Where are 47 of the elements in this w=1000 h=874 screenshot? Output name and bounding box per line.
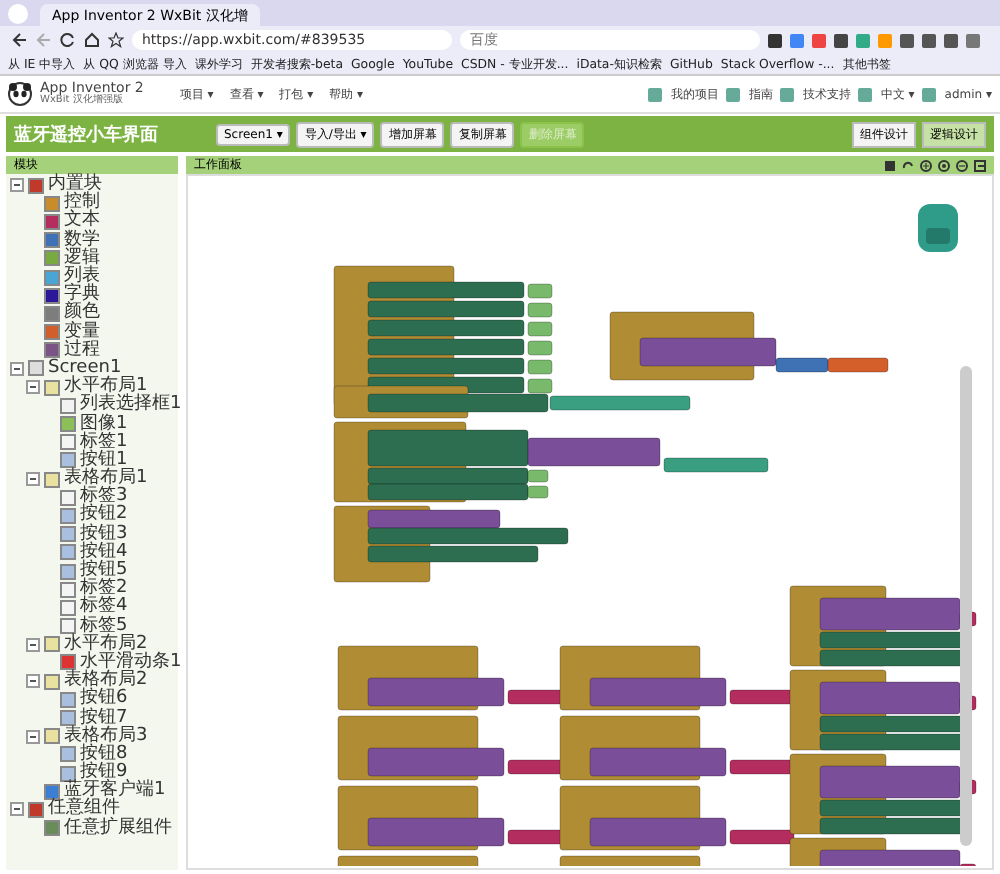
exit-icon[interactable] xyxy=(974,159,986,171)
tree-item[interactable]: 按钮8 xyxy=(80,745,128,764)
tree-item[interactable]: 表格布局3 xyxy=(64,727,148,746)
tree-item[interactable]: 控制 xyxy=(64,194,100,213)
tree-item[interactable]: 逻辑 xyxy=(64,249,100,268)
expand-toggle[interactable] xyxy=(10,361,24,376)
back-icon[interactable] xyxy=(12,32,28,48)
project-name: 蓝牙遥控小车界面 xyxy=(14,122,158,147)
home-icon[interactable] xyxy=(84,32,100,48)
tree-item[interactable]: 过程 xyxy=(64,341,100,360)
expand-toggle[interactable] xyxy=(26,380,40,395)
reload-icon[interactable] xyxy=(60,32,76,48)
expand-toggle[interactable] xyxy=(26,729,40,744)
zoom-out-icon[interactable] xyxy=(956,159,968,171)
tree-item[interactable]: 水平滑动条1 xyxy=(80,653,182,672)
expand-toggle[interactable] xyxy=(26,674,40,689)
tree-item[interactable]: 按钮1 xyxy=(80,451,128,470)
panda-logo-icon xyxy=(8,82,32,106)
tree-item[interactable]: 数学 xyxy=(64,231,100,250)
tree-item[interactable]: 按钮2 xyxy=(80,506,128,525)
expand-toggle[interactable] xyxy=(10,178,24,193)
tree-item[interactable]: 变量 xyxy=(64,323,100,342)
tree-item[interactable]: 任意扩展组件 xyxy=(64,819,172,838)
tree-item[interactable]: 标签4 xyxy=(80,598,128,617)
tree-item[interactable]: 水平布局2 xyxy=(64,635,148,654)
tree-item[interactable]: Screen1 xyxy=(48,359,122,378)
redo-icon[interactable] xyxy=(902,159,914,171)
tree-item[interactable]: 列表选择框1 xyxy=(80,396,182,415)
tree-item[interactable]: 按钮3 xyxy=(80,525,128,544)
backpack-icon[interactable] xyxy=(918,204,958,252)
scrollbar[interactable] xyxy=(960,366,972,846)
save-icon[interactable] xyxy=(884,159,896,171)
tree-item[interactable]: 图像1 xyxy=(80,415,128,434)
tree-item[interactable]: 标签5 xyxy=(80,617,128,636)
tree-item[interactable]: 任意组件 xyxy=(48,800,120,819)
zoom-in-icon[interactable] xyxy=(920,159,932,171)
tree-item[interactable]: 标签1 xyxy=(80,433,128,452)
tree-item[interactable]: 按钮7 xyxy=(80,709,128,728)
tree-item[interactable]: 按钮4 xyxy=(80,543,128,562)
expand-toggle[interactable] xyxy=(26,472,40,487)
expand-toggle[interactable] xyxy=(10,802,24,817)
tree-item[interactable]: 按钮6 xyxy=(80,690,128,709)
star-icon[interactable] xyxy=(108,32,124,48)
expand-toggle[interactable] xyxy=(26,637,40,652)
tree-item[interactable]: 文本 xyxy=(64,212,100,231)
center-icon[interactable] xyxy=(938,159,950,171)
tree-item[interactable]: 颜色 xyxy=(64,304,100,323)
